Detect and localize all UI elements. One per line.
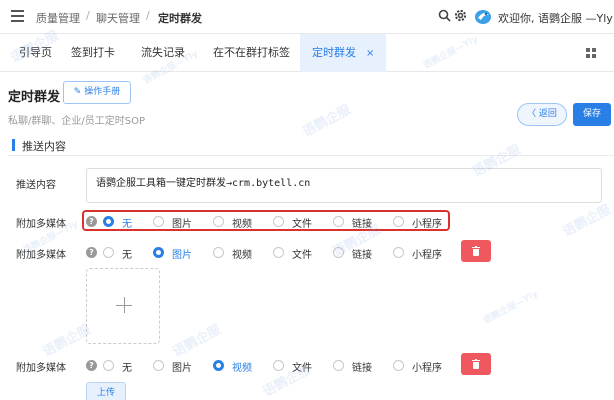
grid-icon[interactable]: [586, 48, 597, 59]
tab-checkin[interactable]: 签到打卡: [71, 34, 115, 72]
radio-1-4[interactable]: [333, 247, 344, 258]
trash-icon: [472, 359, 480, 369]
radio-2-5[interactable]: [393, 360, 404, 371]
tab-label: 定时群发: [312, 46, 356, 59]
radio-1-1[interactable]: [153, 247, 164, 258]
section-accent-bar: [12, 139, 15, 151]
radio-label[interactable]: 小程序: [412, 246, 442, 261]
delete-button[interactable]: [461, 240, 491, 262]
radio-label[interactable]: 文件: [292, 246, 312, 261]
radio-2-2[interactable]: [213, 360, 224, 371]
close-icon[interactable]: ×: [366, 48, 374, 59]
radio-label[interactable]: 图片: [172, 215, 192, 230]
welcome-text[interactable]: 欢迎你, 语鹦企服 —Yly: [498, 10, 613, 26]
radio-label[interactable]: 视频: [232, 246, 252, 261]
upload-button[interactable]: 上传: [86, 382, 126, 400]
radio-0-2[interactable]: [213, 216, 224, 227]
radio-label[interactable]: 链接: [352, 359, 372, 374]
radio-label[interactable]: 小程序: [412, 215, 442, 230]
save-button[interactable]: 保存: [573, 103, 611, 126]
tab-bar: 引导页 签到打卡 流失记录 在不在群打标签 定时群发 ×: [0, 34, 614, 72]
radio-1-0[interactable]: [103, 247, 114, 258]
radio-label[interactable]: 视频: [232, 215, 252, 230]
radio-label[interactable]: 小程序: [412, 359, 442, 374]
watermark: 语鹦企服: [560, 202, 614, 241]
trash-icon: [472, 246, 480, 256]
radio-label[interactable]: 图片: [172, 359, 192, 374]
image-upload-box[interactable]: [86, 268, 160, 344]
watermark: 语鹦企服—Yly: [481, 289, 540, 327]
radio-label[interactable]: 视频: [232, 359, 252, 374]
breadcrumb-quality[interactable]: 质量管理: [36, 10, 80, 26]
page-subtitle: 私聊/群聊、企业/员工定时SOP: [8, 116, 145, 127]
radio-2-0[interactable]: [103, 360, 114, 371]
radio-label[interactable]: 无: [122, 359, 132, 374]
radio-0-0[interactable]: [103, 216, 114, 227]
radio-2-3[interactable]: [273, 360, 284, 371]
media-label: 附加多媒体: [16, 219, 66, 230]
radio-label[interactable]: 无: [122, 246, 132, 261]
content-label: 推送内容: [16, 180, 56, 191]
breadcrumb-separator: /: [146, 9, 150, 22]
section-header: 推送内容: [8, 136, 614, 156]
radio-label[interactable]: 文件: [292, 215, 312, 230]
content-textarea[interactable]: 语鹦企服工具箱一键定时群发→crm.bytell.cn: [86, 168, 602, 203]
breadcrumb-current: 定时群发: [158, 12, 202, 25]
radio-1-3[interactable]: [273, 247, 284, 258]
page-title: 定时群发: [8, 90, 61, 105]
tab-group-tagging[interactable]: 在不在群打标签: [213, 34, 290, 72]
radio-label[interactable]: 无: [122, 215, 132, 230]
search-icon[interactable]: [437, 9, 451, 23]
tab-churn-records[interactable]: 流失记录: [141, 34, 185, 72]
radio-2-1[interactable]: [153, 360, 164, 371]
tab-guide[interactable]: 引导页: [19, 34, 52, 72]
radio-0-3[interactable]: [273, 216, 284, 227]
top-bar: 质量管理 / 聊天管理 / 定时群发 欢迎你, 语鹦企服 —Yly: [0, 0, 614, 34]
manual-button[interactable]: ✎ 操作手册: [63, 81, 131, 104]
watermark: 语鹦企服: [170, 322, 224, 361]
radio-1-2[interactable]: [213, 247, 224, 258]
radio-label[interactable]: 链接: [352, 246, 372, 261]
radio-0-5[interactable]: [393, 216, 404, 227]
radio-1-5[interactable]: [393, 247, 404, 258]
delete-button[interactable]: [461, 353, 491, 375]
gear-icon[interactable]: [453, 9, 467, 23]
media-label: 附加多媒体: [16, 250, 66, 261]
tab-scheduled-broadcast[interactable]: 定时群发 ×: [300, 34, 387, 72]
radio-label[interactable]: 链接: [352, 215, 372, 230]
radio-label[interactable]: 文件: [292, 359, 312, 374]
watermark: 语鹦企服: [300, 102, 354, 141]
radio-label[interactable]: 图片: [172, 246, 192, 261]
plus-icon: [124, 297, 125, 313]
radio-0-4[interactable]: [333, 216, 344, 227]
brand-logo-icon: [474, 8, 492, 25]
breadcrumb-chat[interactable]: 聊天管理: [96, 10, 140, 26]
radio-0-1[interactable]: [153, 216, 164, 227]
menu-icon[interactable]: [11, 10, 24, 22]
radio-2-4[interactable]: [333, 360, 344, 371]
breadcrumb-separator: /: [86, 9, 90, 22]
help-icon[interactable]: ?: [86, 247, 97, 258]
media-label: 附加多媒体: [16, 363, 66, 374]
back-button[interactable]: 〈 返回: [517, 103, 567, 126]
section-title: 推送内容: [22, 140, 66, 153]
help-icon[interactable]: ?: [86, 360, 97, 371]
